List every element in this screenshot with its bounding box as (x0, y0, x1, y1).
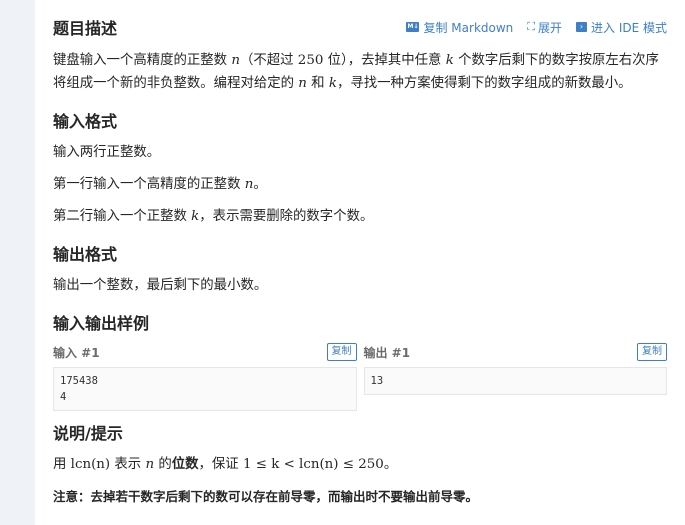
input-format-line3: 第二行输入一个正整数 k，表示需要删除的数字个数。 (53, 209, 374, 224)
sample-output-label: 输出 #1 (363, 345, 411, 360)
copy-markdown-button[interactable]: M↓ 复制 Markdown (406, 19, 513, 36)
sample-input: 输入 #1 复制 175438 4 (53, 341, 357, 411)
samples-row: 输入 #1 复制 175438 4 输出 #1 复制 13 (53, 341, 667, 411)
description-header: 题目描述 M↓ 复制 Markdown ⛶ 展开 › 进入 IDE 模式 (53, 13, 667, 41)
hint-text: 用 lcn(n) 表示 n 的位数，保证 1 ≤ k < lcn(n) ≤ 25… (53, 457, 398, 472)
sample-output: 输出 #1 复制 13 (363, 341, 667, 411)
input-format-line2: 第一行输入一个高精度的正整数 n。 (53, 177, 267, 192)
copy-markdown-label: 复制 Markdown (423, 20, 514, 35)
expand-icon: ⛶ (527, 20, 535, 33)
expand-label: 展开 (537, 20, 562, 35)
hint-note: 注意：去掉若干数字后剩下的数可以存在前导零，而输出时不要输出前导零。 (53, 489, 479, 504)
copy-output-button[interactable]: 复制 (637, 343, 667, 361)
sample-input-label: 输入 #1 (53, 345, 100, 360)
problem-card: 题目描述 M↓ 复制 Markdown ⛶ 展开 › 进入 IDE 模式 键盘输… (35, 0, 685, 525)
code-line: 4 (60, 391, 67, 403)
code-line: 175438 (60, 375, 98, 387)
samples-title: 输入输出样例 (53, 314, 150, 333)
hint-title: 说明/提示 (53, 424, 123, 443)
description-text: 键盘输入一个高精度的正整数 n（不超过 250 位），去掉其中任意 k 个数字后… (53, 53, 659, 91)
ide-mode-label: 进入 IDE 模式 (591, 20, 667, 35)
markdown-icon: M↓ (406, 22, 420, 32)
description-title: 题目描述 (53, 19, 118, 38)
code-line: 13 (370, 375, 384, 387)
sample-output-code[interactable]: 13 (363, 367, 667, 395)
toolbar: M↓ 复制 Markdown ⛶ 展开 › 进入 IDE 模式 (406, 19, 667, 36)
ide-mode-button[interactable]: › 进入 IDE 模式 (576, 19, 667, 36)
expand-button[interactable]: ⛶ 展开 (527, 19, 562, 36)
output-format-line1: 输出一个整数，最后剩下的最小数。 (53, 278, 268, 293)
sample-input-code[interactable]: 175438 4 (53, 367, 357, 411)
copy-input-button[interactable]: 复制 (326, 343, 357, 361)
input-format-line1: 输入两行正整数。 (53, 145, 161, 160)
terminal-icon: › (576, 22, 587, 32)
input-format-title: 输入格式 (53, 112, 118, 131)
output-format-title: 输出格式 (53, 245, 118, 264)
